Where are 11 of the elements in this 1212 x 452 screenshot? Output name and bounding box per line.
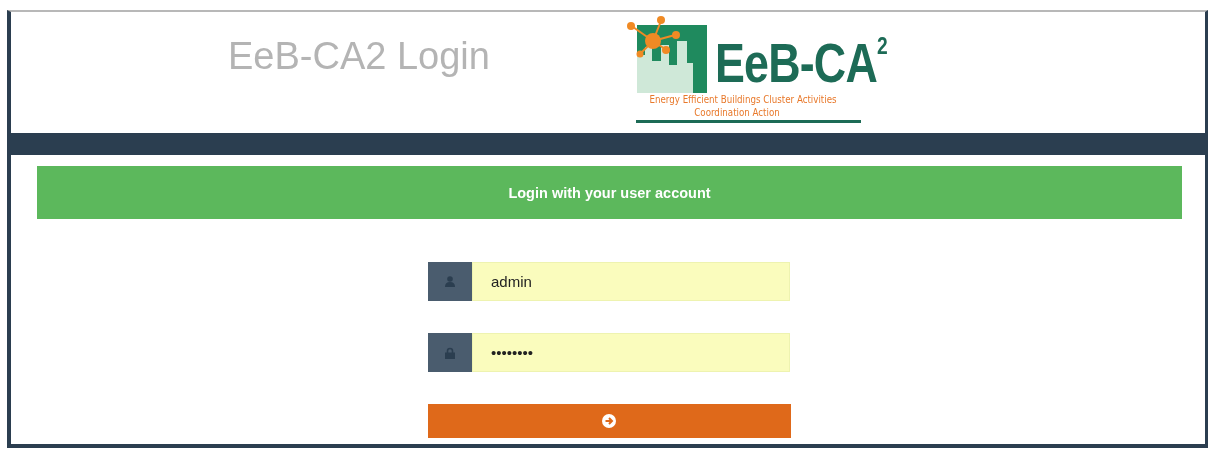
lock-icon: [445, 346, 455, 359]
logo-subtitle: Coordination Action: [693, 106, 781, 119]
arrow-circle-icon: [602, 414, 616, 428]
login-banner: Login with your user account: [37, 166, 1182, 219]
login-button[interactable]: [427, 404, 791, 438]
logo-title: EeB-CA$^{2}$: [715, 30, 887, 93]
page-title: EeB-CA2 Login: [228, 35, 491, 78]
password-field[interactable]: ••••••••: [472, 333, 790, 372]
user-icon: [445, 276, 455, 287]
username-field[interactable]: admin: [472, 262, 790, 301]
logo-subtitle: Energy Efficient Buildings Cluster Activities: [648, 93, 838, 106]
